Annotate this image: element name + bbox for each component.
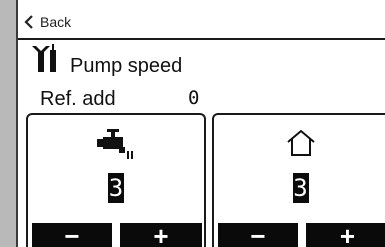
back-label: Back [40,14,72,30]
heating-decrease-button[interactable]: − [218,223,298,247]
hot-water-panel: 3 − + [26,113,206,247]
tools-icon [32,44,56,72]
ref-add-label: Ref. add [40,88,116,110]
hot-water-tap-icon [97,129,133,159]
back-button[interactable]: Back [24,12,71,32]
hot-water-pump-speed-value: 3 [108,173,124,203]
header-divider [18,38,385,40]
page-title: Pump speed [70,55,183,77]
ref-add-value: 0 [188,87,200,109]
chevron-left-icon [24,15,33,29]
hot-water-decrease-button[interactable]: − [32,223,112,247]
house-icon [286,129,315,156]
heating-pump-speed-value: 3 [292,173,309,203]
heating-increase-button[interactable]: + [306,223,385,247]
hot-water-increase-button[interactable]: + [120,223,202,247]
heating-panel: 3 − + [212,113,385,247]
controller-screen: Back Pump speed Ref. add 0 3 − + 3 − + [16,0,385,247]
